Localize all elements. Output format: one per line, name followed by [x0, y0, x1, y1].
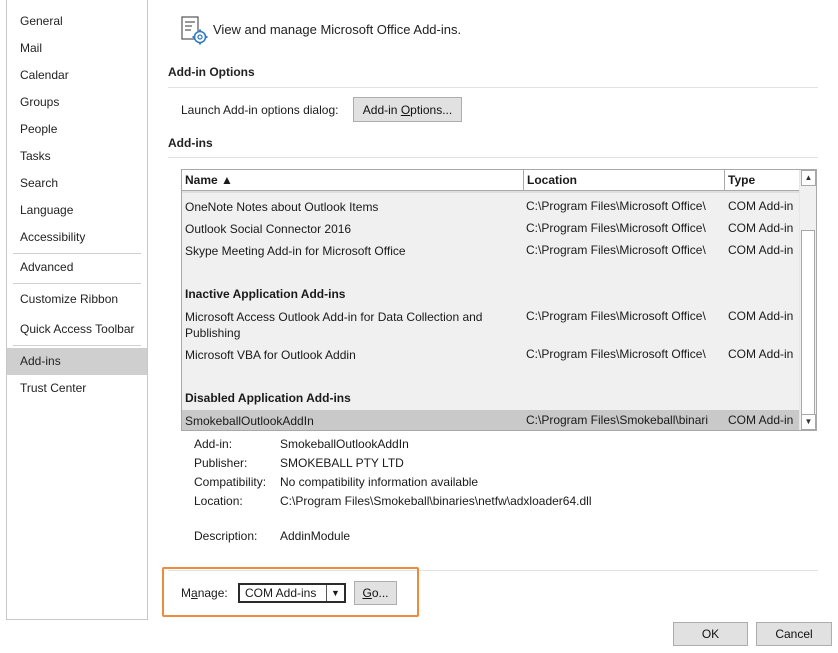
sidebar-item-mail[interactable]: Mail: [7, 35, 147, 61]
launch-addin-options-label: Launch Add-in options dialog:: [181, 103, 339, 117]
table-row[interactable]: OneNote Notes about Outlook Items C:\Pro…: [182, 199, 799, 221]
addin-name: Outlook Social Connector 2016: [185, 222, 352, 236]
header-strip: [182, 191, 799, 193]
column-header-name[interactable]: Name ▲: [182, 170, 524, 191]
detail-publisher-label: Publisher:: [194, 456, 248, 470]
addin-location: C:\Program Files\Microsoft Office\: [526, 347, 706, 361]
section-divider: [168, 157, 818, 158]
addin-location: C:\Program Files\Smokeball\binari: [526, 413, 709, 427]
group-header-inactive: Inactive Application Add-ins: [185, 287, 346, 301]
table-row-selected[interactable]: SmokeballOutlookAddIn C:\Program Files\S…: [182, 410, 799, 430]
table-row[interactable]: Outlook Social Connector 2016 C:\Program…: [182, 221, 799, 243]
addin-location: C:\Program Files\Microsoft Office\: [526, 221, 706, 235]
group-header-disabled: Disabled Application Add-ins: [185, 391, 351, 405]
sidebar-item-add-ins[interactable]: Add-ins: [7, 348, 147, 375]
sidebar-item-general[interactable]: General: [7, 8, 147, 34]
scroll-down-icon[interactable]: ▼: [801, 414, 816, 430]
button-label: ptions...: [410, 102, 453, 117]
addin-location: C:\Program Files\Microsoft Office\: [526, 243, 706, 257]
column-header-location[interactable]: Location: [524, 170, 725, 191]
addin-name: Microsoft Access Outlook Add-in for Data…: [185, 310, 483, 340]
addin-type: COM Add-in: [728, 221, 794, 235]
table-row[interactable]: Microsoft VBA for Outlook Addin C:\Progr…: [182, 347, 799, 369]
sidebar-item-quick-access-toolbar[interactable]: Quick Access Toolbar: [7, 316, 147, 342]
detail-addin-value: SmokeballOutlookAddIn: [280, 437, 409, 451]
sidebar-item-customize-ribbon[interactable]: Customize Ribbon: [7, 286, 147, 312]
detail-location-value: C:\Program Files\Smokeball\binaries\netf…: [280, 494, 592, 508]
addin-type: COM Add-in: [728, 309, 794, 323]
addin-type: COM Add-in: [728, 243, 794, 257]
addin-type: COM Add-in: [728, 347, 794, 361]
manage-select[interactable]: COM Add-ins ▼: [238, 583, 346, 603]
sidebar-item-tasks[interactable]: Tasks: [7, 143, 147, 169]
sidebar-item-calendar[interactable]: Calendar: [7, 62, 147, 88]
go-button[interactable]: Go...: [354, 581, 397, 605]
ok-button[interactable]: OK: [673, 622, 748, 646]
addin-name: Microsoft VBA for Outlook Addin: [185, 348, 356, 362]
detail-location-label: Location:: [194, 494, 243, 508]
sidebar-item-search[interactable]: Search: [7, 170, 147, 196]
addin-name: OneNote Notes about Outlook Items: [185, 200, 379, 214]
detail-publisher-value: SMOKEBALL PTY LTD: [280, 456, 404, 470]
addin-location: C:\Program Files\Microsoft Office\: [526, 309, 706, 323]
sidebar-item-trust-center[interactable]: Trust Center: [7, 375, 147, 401]
detail-description-label: Description:: [194, 529, 258, 543]
addin-type: COM Add-in: [728, 199, 794, 213]
label-accel-key: a: [191, 586, 198, 600]
table-row[interactable]: Skype Meeting Add-in for Microsoft Offic…: [182, 243, 799, 265]
options-sidebar: General Mail Calendar Groups People Task…: [6, 0, 148, 620]
manage-label: Manage:: [181, 586, 228, 600]
addin-name: Skype Meeting Add-in for Microsoft Offic…: [185, 244, 406, 258]
detail-description-value: AddinModule: [280, 529, 351, 543]
table-row[interactable]: Microsoft Access Outlook Add-in for Data…: [182, 309, 799, 347]
addin-name: SmokeballOutlookAddIn: [185, 414, 314, 428]
button-accel-key: G: [362, 586, 372, 600]
sidebar-item-accessibility[interactable]: Accessibility: [7, 224, 147, 250]
sidebar-item-groups[interactable]: Groups: [7, 89, 147, 115]
sidebar-item-language[interactable]: Language: [7, 197, 147, 223]
button-accel-key: O: [400, 102, 411, 117]
button-label: o...: [371, 586, 389, 600]
button-label: Add-in: [362, 102, 401, 117]
detail-addin-label: Add-in:: [194, 437, 233, 451]
section-title-addin-options: Add-in Options: [168, 65, 255, 79]
scroll-up-icon[interactable]: ▲: [801, 170, 816, 186]
dropdown-arrow-icon[interactable]: ▼: [326, 585, 344, 601]
sidebar-divider: [13, 345, 141, 346]
sidebar-divider: [13, 283, 141, 284]
label-text: M: [181, 586, 191, 600]
section-divider: [168, 87, 818, 88]
list-scrollbar[interactable]: ▲ ▼: [799, 170, 816, 430]
addin-options-button[interactable]: Add-in Options...: [353, 97, 462, 122]
section-title-add-ins: Add-ins: [168, 136, 213, 150]
scrollbar-thumb[interactable]: [801, 230, 815, 418]
detail-compatibility-value: No compatibility information available: [280, 475, 479, 489]
cancel-button[interactable]: Cancel: [756, 622, 832, 646]
page-header-text: View and manage Microsoft Office Add-ins…: [213, 22, 462, 37]
manage-select-value: COM Add-ins: [245, 586, 317, 600]
sidebar-item-advanced[interactable]: Advanced: [7, 254, 147, 280]
addin-type: COM Add-in: [728, 413, 794, 427]
column-header-type[interactable]: Type: [725, 170, 801, 191]
detail-compatibility-label: Compatibility:: [194, 475, 267, 489]
sidebar-item-people[interactable]: People: [7, 116, 147, 142]
addin-location: C:\Program Files\Microsoft Office\: [526, 199, 706, 213]
addins-list[interactable]: Name ▲ Location Type OneNote Notes about…: [181, 169, 817, 431]
addins-gear-icon: [181, 16, 208, 45]
label-text: nage:: [197, 586, 228, 600]
